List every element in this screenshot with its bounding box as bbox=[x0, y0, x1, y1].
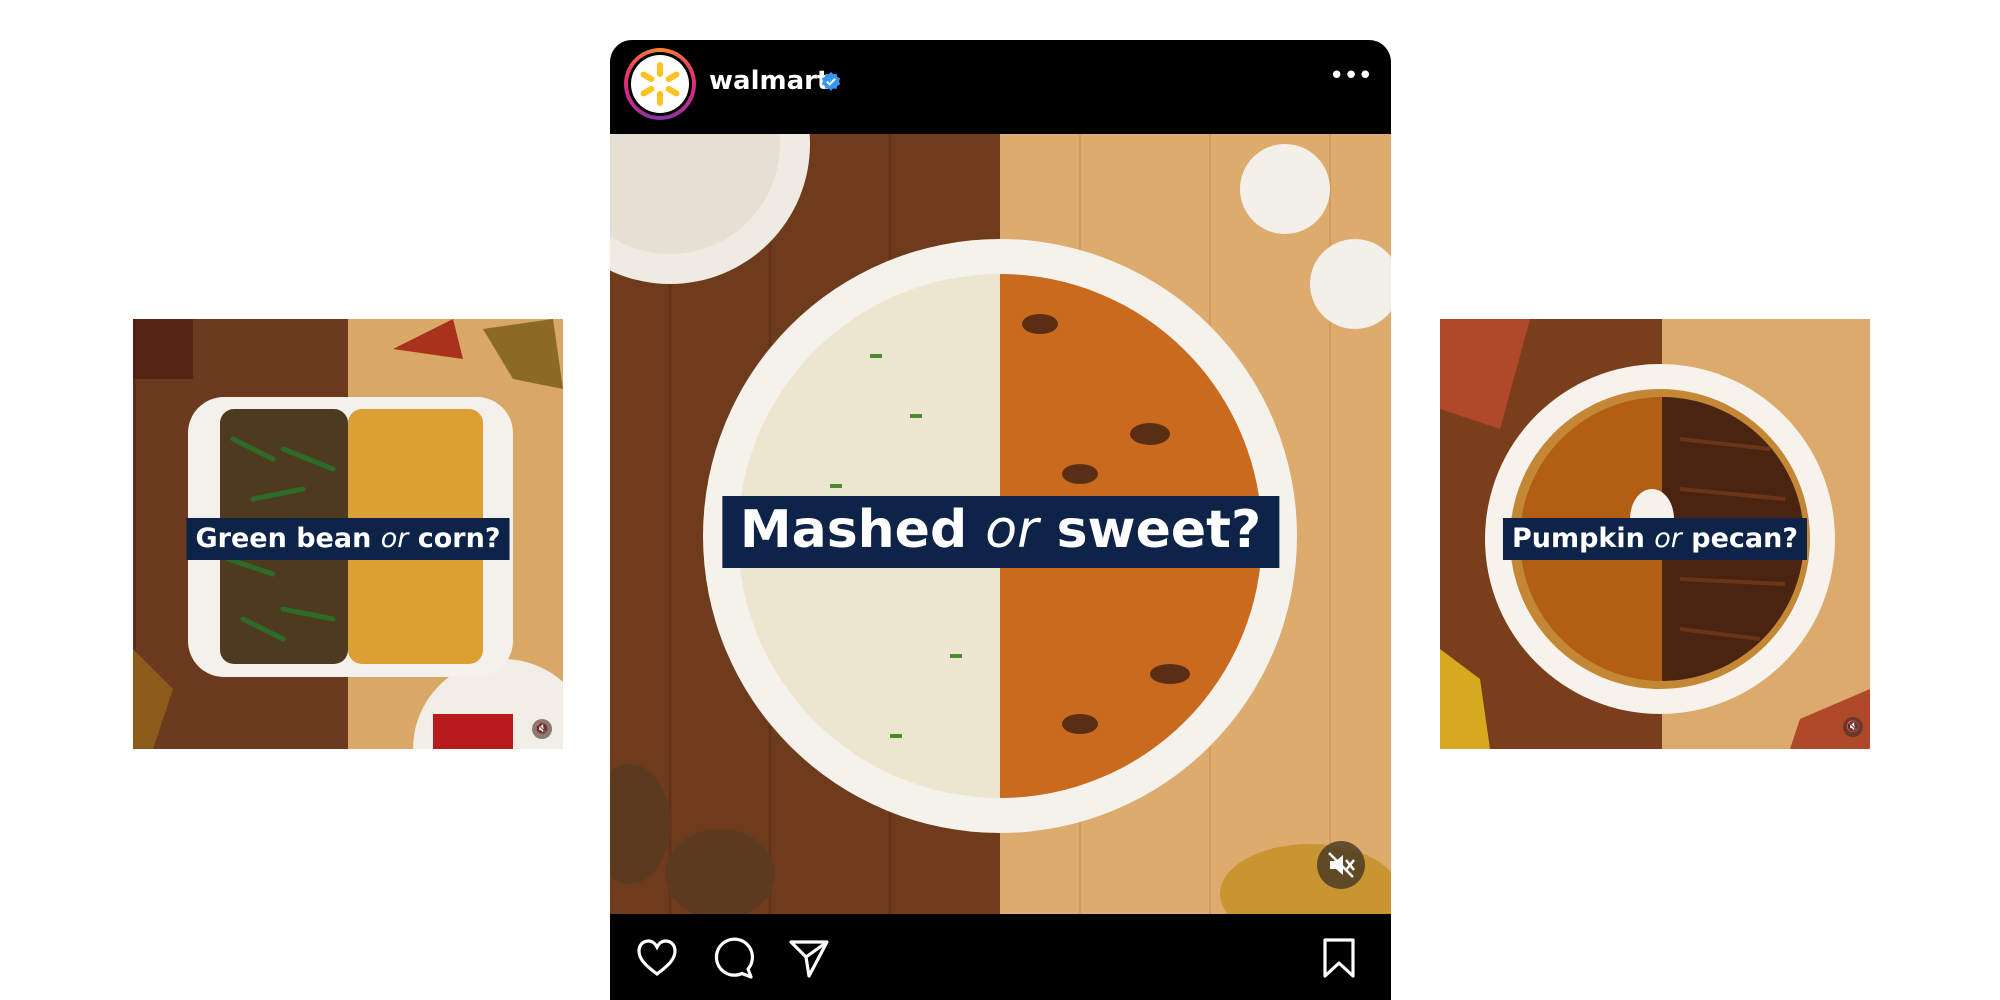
left-caption: Green bean or corn? bbox=[186, 518, 510, 560]
left-post-thumbnail[interactable]: Green bean or corn? 🔇 bbox=[133, 319, 563, 749]
comment-icon[interactable] bbox=[711, 936, 755, 980]
username[interactable]: walmart bbox=[709, 66, 829, 96]
walmart-spark-icon bbox=[640, 62, 680, 106]
verified-badge-icon bbox=[821, 71, 841, 91]
right-caption: Pumpkin or pecan? bbox=[1502, 518, 1808, 560]
instagram-post: walmart ••• Mashed or sweet? bbox=[610, 40, 1391, 1000]
caption-or: or bbox=[1654, 523, 1682, 554]
caption-text-1: Mashed bbox=[739, 500, 986, 560]
muted-speaker-icon[interactable]: 🔇 bbox=[532, 719, 552, 739]
caption-text-1: Green bean bbox=[195, 523, 381, 554]
action-bar bbox=[610, 914, 1391, 1000]
heart-icon[interactable] bbox=[635, 936, 679, 980]
bookmark-icon[interactable] bbox=[1317, 936, 1361, 980]
post-caption: Mashed or sweet? bbox=[721, 496, 1280, 568]
caption-text-1: Pumpkin bbox=[1511, 523, 1655, 554]
post-header: walmart ••• bbox=[610, 40, 1391, 134]
mashed-sweet-image: Mashed or sweet? bbox=[610, 134, 1391, 914]
caption-text-2: pecan? bbox=[1681, 523, 1799, 554]
muted-speaker-icon[interactable] bbox=[1317, 841, 1365, 889]
avatar[interactable] bbox=[624, 48, 696, 120]
caption-text-2: corn? bbox=[408, 523, 501, 554]
more-options-icon[interactable]: ••• bbox=[1329, 63, 1373, 90]
share-icon[interactable] bbox=[787, 936, 831, 980]
caption-text-2: sweet? bbox=[1038, 500, 1262, 560]
caption-or: or bbox=[985, 500, 1039, 560]
right-post-thumbnail[interactable]: Pumpkin or pecan? 🔇 bbox=[1440, 319, 1870, 749]
caption-or: or bbox=[380, 523, 409, 554]
muted-speaker-icon[interactable]: 🔇 bbox=[1843, 717, 1863, 737]
